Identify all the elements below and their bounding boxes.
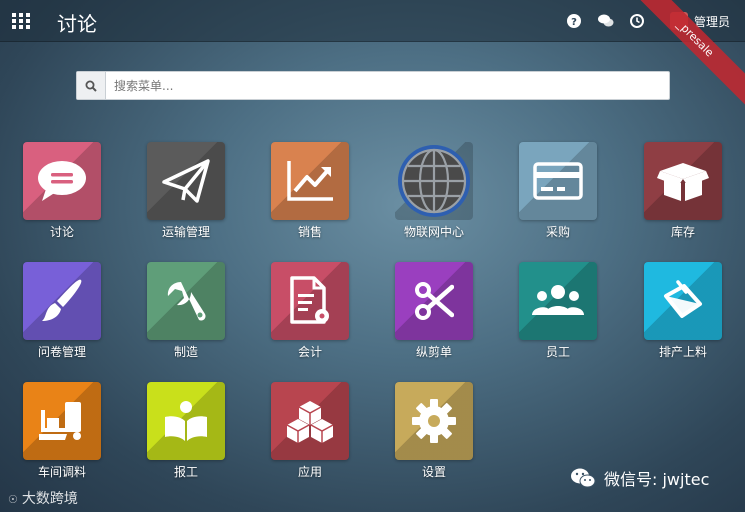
watermark-logo-icon: ☉ <box>8 493 18 506</box>
page-title: 讨论 <box>57 12 97 36</box>
search-bar <box>76 71 670 100</box>
app-label: 库存 <box>670 225 695 239</box>
apps-menu-button[interactable] <box>12 13 30 29</box>
app-label: 制造 <box>173 345 198 359</box>
paper-plane-icon <box>162 159 210 203</box>
app-label: 排产上料 <box>658 345 707 359</box>
users-icon <box>532 285 584 315</box>
app-inventory[interactable]: 库存 <box>633 142 733 240</box>
forklift-icon <box>39 402 81 440</box>
credit-card-icon <box>533 162 583 200</box>
paint-brush-icon <box>42 279 82 321</box>
app-accounting[interactable]: 会计 <box>260 262 360 360</box>
reader-icon <box>165 401 207 441</box>
app-label: 纵剪单 <box>415 345 452 359</box>
app-settings[interactable]: 设置 <box>384 382 484 480</box>
app-employees[interactable]: 员工 <box>508 262 608 360</box>
paint-bucket-icon <box>664 280 702 318</box>
app-label: 采购 <box>545 225 570 239</box>
app-workshop-material[interactable]: 车间调料 <box>12 382 112 480</box>
cubes-icon <box>286 401 334 443</box>
wechat-icon <box>571 468 596 488</box>
user-name: 管理员 <box>694 14 731 29</box>
help-icon[interactable]: ? <box>565 12 583 30</box>
search-input[interactable] <box>106 72 669 99</box>
app-label: 会计 <box>297 345 322 359</box>
chat-icon <box>38 161 86 201</box>
app-label: 讨论 <box>49 225 74 239</box>
app-survey[interactable]: 问卷管理 <box>12 262 112 360</box>
app-label: 员工 <box>545 345 570 359</box>
avatar <box>670 12 688 30</box>
gear-icon <box>412 399 456 443</box>
scissors-icon <box>415 282 454 320</box>
app-production-loading[interactable]: 排产上料 <box>633 262 733 360</box>
app-label: 报工 <box>173 465 198 479</box>
app-work-report[interactable]: 报工 <box>136 382 236 480</box>
app-slitting-order[interactable]: 纵剪单 <box>384 262 484 360</box>
invoice-icon <box>290 276 329 324</box>
app-label: 问卷管理 <box>37 345 86 359</box>
watermark-right: 微信号: jwjtec <box>570 466 709 490</box>
wrench-icon <box>167 282 206 321</box>
app-purchase[interactable]: 采购 <box>508 142 608 240</box>
globe-icon <box>398 145 470 217</box>
app-apps[interactable]: 应用 <box>260 382 360 480</box>
clock-icon[interactable] <box>628 12 646 30</box>
app-label: 运输管理 <box>161 225 210 239</box>
app-transport[interactable]: 运输管理 <box>136 142 236 240</box>
svg-text:?: ? <box>571 17 577 28</box>
trending-chart-icon <box>287 161 333 201</box>
app-iot-center[interactable]: 物联网中心 <box>384 142 484 240</box>
box-icon <box>657 163 709 201</box>
top-navbar: 讨论 ? 管理员 <box>0 0 745 42</box>
app-sales[interactable]: 销售 <box>260 142 360 240</box>
watermark-left: ☉ 大数跨境 <box>8 491 78 507</box>
app-discuss[interactable]: 讨论 <box>12 142 112 240</box>
app-label: 物联网中心 <box>403 225 464 239</box>
app-label: 车间调料 <box>37 465 86 479</box>
search-icon <box>77 72 106 99</box>
app-label: 应用 <box>297 465 322 479</box>
app-label: 销售 <box>297 225 322 239</box>
app-label: 设置 <box>421 465 446 479</box>
user-menu[interactable]: 管理员 <box>670 12 730 30</box>
chat-bubbles-icon[interactable] <box>597 12 615 30</box>
app-manufacturing[interactable]: 制造 <box>136 262 236 360</box>
